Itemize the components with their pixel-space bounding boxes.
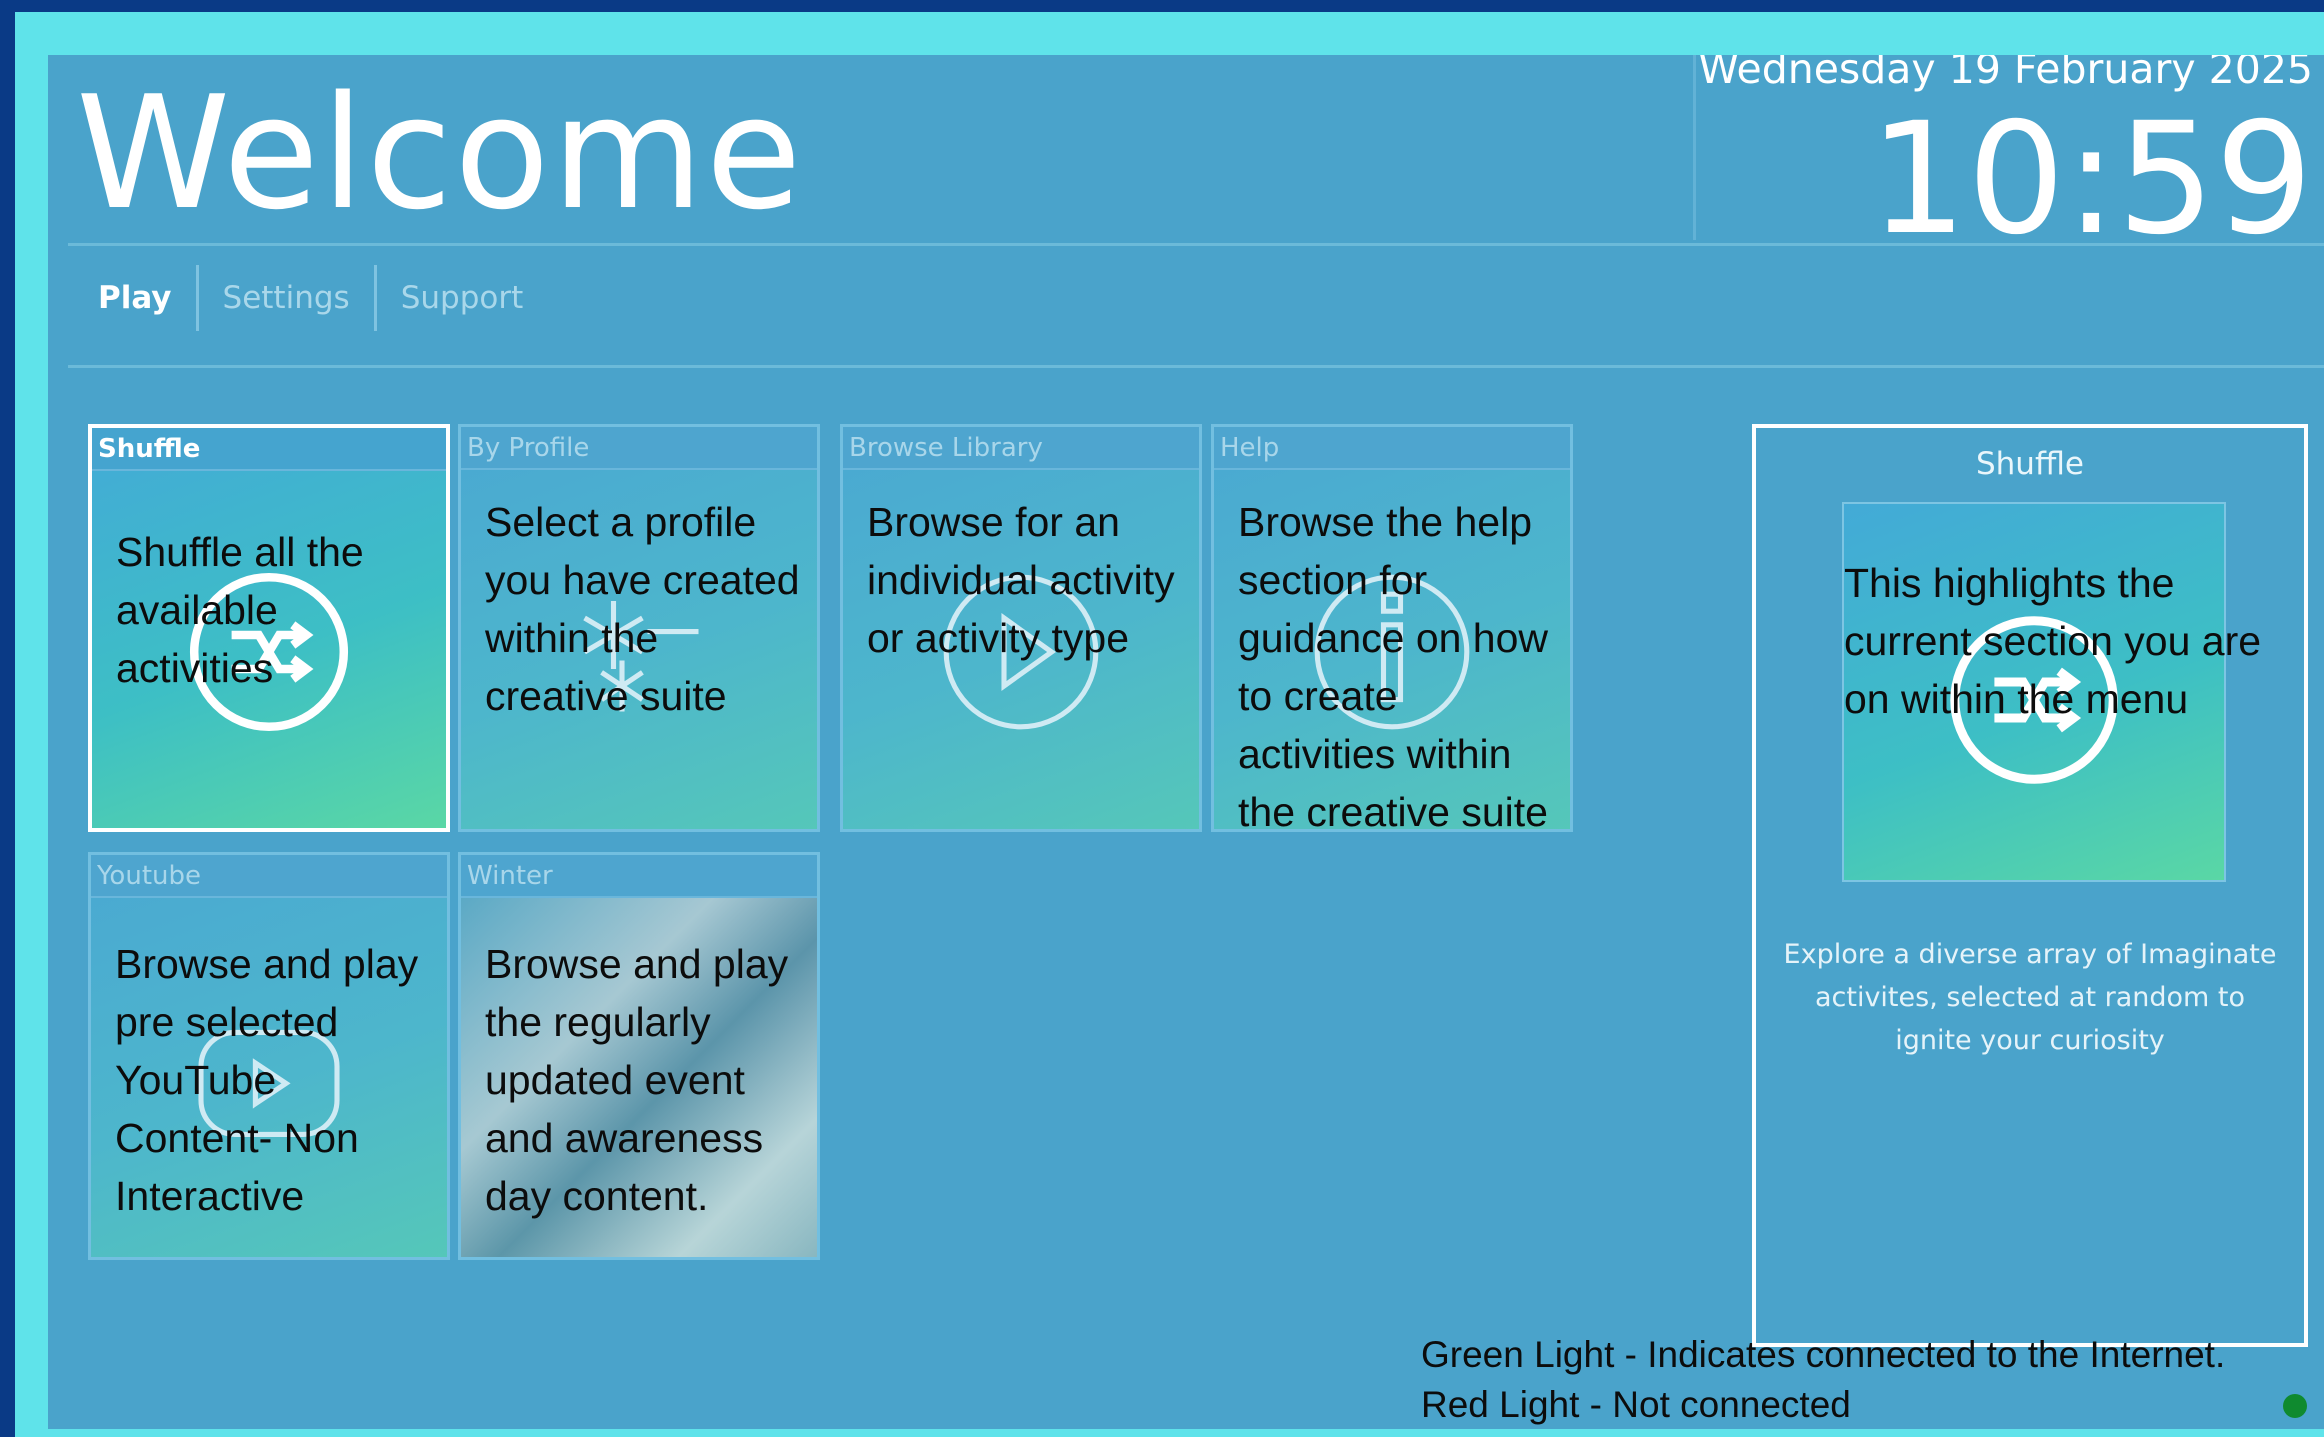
connection-status-light (2283, 1394, 2307, 1418)
header-divider (1693, 55, 1696, 240)
tile-label: Shuffle (92, 428, 446, 471)
screen-frame: Welcome Wednesday 19 February 2025 10:59… (15, 12, 2324, 1437)
tile-by-profile[interactable]: By Profile Select a profile you have cre… (458, 424, 820, 832)
tabs-divider-line (68, 365, 2324, 368)
tile-label: Youtube (91, 855, 447, 898)
tile-description: Browse and play the regularly updated ev… (485, 941, 789, 1219)
tile-description: Browse and play pre selected YouTube Con… (115, 941, 419, 1219)
clock-display: 10:59 (1869, 90, 2313, 269)
tile-description: Browse for an individual activity or act… (867, 499, 1175, 661)
tile-shuffle[interactable]: Shuffle Shuffle all the available activi… (88, 424, 450, 832)
tile-label: Help (1214, 427, 1570, 470)
preview-annotation: This highlights the current section you … (1844, 560, 2262, 722)
nav-tabs: Play Settings Support (78, 265, 547, 331)
connection-legend: Green Light - Indicates connected to the… (1421, 1330, 2225, 1429)
tile-label: By Profile (461, 427, 817, 470)
preview-title: Shuffle (1975, 446, 2084, 482)
tile-description: Select a profile you have created within… (485, 499, 800, 719)
date-display: Wednesday 19 February 2025 (1698, 55, 2313, 93)
tab-support[interactable]: Support (377, 265, 548, 331)
tile-description: Shuffle all the available activities (116, 529, 364, 691)
tab-play[interactable]: Play (78, 265, 199, 331)
header-divider-line (68, 243, 2324, 246)
menu-screen: Welcome Wednesday 19 February 2025 10:59… (48, 55, 2324, 1429)
legend-red: Red Light - Not connected (1421, 1384, 1851, 1425)
tile-winter[interactable]: Winter Browse and play the regularly upd… (458, 852, 820, 1260)
tile-browse-library[interactable]: Browse Library Browse for an individual … (840, 424, 1202, 832)
page-title: Welcome (76, 62, 804, 244)
tile-youtube[interactable]: Youtube Browse and play pre selected You… (88, 852, 450, 1260)
tab-settings[interactable]: Settings (199, 265, 377, 331)
tile-label: Browse Library (843, 427, 1199, 470)
legend-green: Green Light - Indicates connected to the… (1421, 1334, 2226, 1375)
tile-description: Browse the help section for guidance on … (1238, 499, 1549, 832)
tile-label: Winter (461, 855, 817, 898)
preview-panel: Shuffle This highlights the current sect… (1752, 424, 2308, 1347)
preview-caption: Explore a diverse array of Imaginate act… (1783, 939, 2277, 1056)
tile-help[interactable]: Help Browse the help section for guidanc… (1211, 424, 1573, 832)
preview-image: This highlights the current section you … (1842, 502, 2261, 882)
